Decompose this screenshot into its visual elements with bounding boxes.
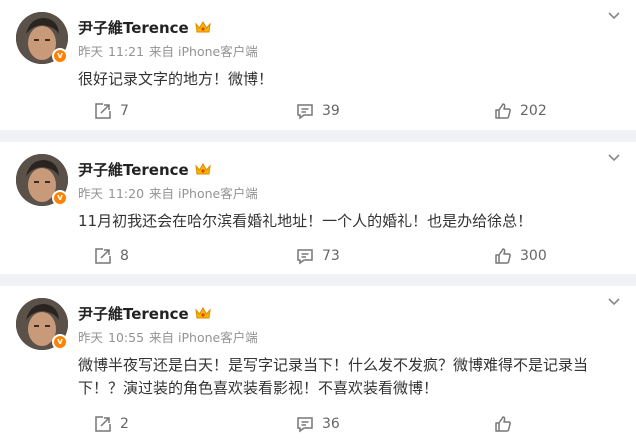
post-card: v 尹子維Terence 昨天 11:20 来自 iPhone客户端 11月初我还会… [0,142,636,274]
comment-icon [297,249,313,265]
post-text: 很好记录文字的地方！微博！ [78,70,274,88]
post-card: v 尹子維Terence 昨天 10:55 来自 iPhone客户端 微博半夜写还是… [0,286,636,442]
repost-button[interactable]: 8 [94,244,129,268]
post-meta: 昨天 11:20 来自 iPhone客户端 [78,183,263,202]
post-text: 微博半夜写还是白天！是写字记录当下！什么发不发疯？微博难得不是记录当下！？演过装… [78,356,589,397]
action-bar: 2 36 [0,412,636,436]
comment-button[interactable]: 36 [296,412,340,436]
like-count: 300 [520,248,547,264]
comment-count: 39 [322,103,340,119]
action-bar: 8 73 300 [0,244,636,268]
action-bar: 7 39 202 [0,99,636,123]
like-button[interactable] [494,412,520,436]
post-source: 来自 iPhone客户端 [149,330,258,345]
thumbs-up-icon [495,248,511,264]
post-card: v 尹子維Terence 昨天 11:21 来自 iPhone客户端 很好记录文字的… [0,0,636,130]
repost-count: 8 [120,248,129,264]
like-button[interactable]: 202 [494,99,547,123]
share-icon [95,248,111,264]
username[interactable]: 尹子維Terence [78,159,189,180]
chevron-down-icon[interactable] [606,10,622,22]
verified-badge-icon: v [52,190,68,206]
repost-button[interactable]: 2 [94,412,129,436]
post-date: 昨天 [78,330,104,345]
post-time[interactable]: 10:55 [108,330,144,345]
weibo-feed: v 尹子維Terence 昨天 11:21 来自 iPhone客户端 很好记录文字的… [0,0,636,442]
comment-button[interactable]: 73 [296,244,340,268]
like-count: 202 [520,103,547,119]
repost-count: 7 [120,103,129,119]
chevron-down-icon[interactable] [606,152,622,164]
post-time[interactable]: 11:21 [108,44,144,59]
post-meta: 昨天 11:21 来自 iPhone客户端 [78,41,263,60]
crown-vip-icon [194,305,212,321]
thumbs-up-icon [495,416,511,432]
share-icon [95,416,111,432]
post-meta: 昨天 10:55 来自 iPhone客户端 [78,327,263,346]
chevron-down-icon[interactable] [606,296,622,308]
thumbs-up-icon [495,103,511,119]
post-source: 来自 iPhone客户端 [149,44,258,59]
post-source: 来自 iPhone客户端 [149,186,258,201]
comment-count: 36 [322,416,340,432]
crown-vip-icon [194,161,212,177]
repost-button[interactable]: 7 [94,99,129,123]
post-text: 11月初我还会在哈尔滨看婚礼地址！一个人的婚礼！也是办给徐总！ [78,212,533,230]
comment-count: 73 [322,248,340,264]
crown-vip-icon [194,19,212,35]
username[interactable]: 尹子維Terence [78,17,189,38]
post-date: 昨天 [78,186,104,201]
verified-badge-icon: v [52,334,68,350]
share-icon [95,103,111,119]
comment-icon [297,104,313,120]
comment-button[interactable]: 39 [296,99,340,123]
repost-count: 2 [120,416,129,432]
verified-badge-icon: v [52,48,68,64]
username[interactable]: 尹子維Terence [78,303,189,324]
post-date: 昨天 [78,44,104,59]
post-time[interactable]: 11:20 [108,186,144,201]
like-button[interactable]: 300 [494,244,547,268]
comment-icon [297,417,313,433]
